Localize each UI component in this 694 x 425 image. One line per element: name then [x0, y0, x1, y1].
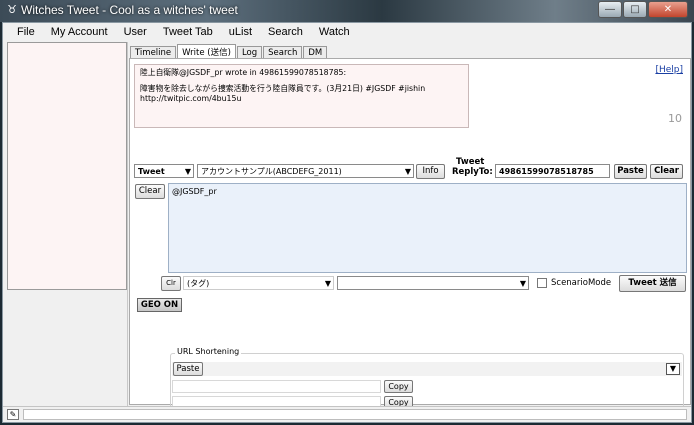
tag-select[interactable]: (タグ) ▼ [183, 276, 334, 290]
short-url-field-1[interactable] [172, 380, 381, 393]
window-controls: ― □ ✕ [597, 1, 688, 18]
quoted-tweet-body: 障害物を除去しながら捜索活動を行う陸自隊員です。(3月21日) #JGSDF #… [140, 84, 426, 93]
help-link[interactable]: [Help] [655, 65, 683, 75]
clr-tag-button[interactable]: Clr [161, 276, 181, 291]
quoted-tweet-link[interactable]: http://twitpic.com/4bu15u [140, 94, 463, 104]
scenario-mode-checkbox[interactable] [537, 278, 547, 288]
compose-toolbar: Tweet ▼ アカウントサンプル(ABCDEFG_2011) ▼ Info T… [134, 157, 686, 179]
quoted-tweet: 陸上自衛隊@JGSDF_pr wrote in 4986159907851878… [134, 64, 469, 128]
tab-strip: Timeline Write (送信) Log Search DM [130, 44, 328, 59]
tag-row: Clr (タグ) ▼ ▼ ScenarioMode Tweet 送信 [130, 275, 690, 293]
pencil-icon[interactable]: ✎ [7, 409, 19, 420]
chevron-down-icon: ▼ [404, 167, 411, 176]
url-shortening-legend: URL Shortening [175, 347, 242, 356]
menu-my-account[interactable]: My Account [43, 23, 116, 41]
main-window: File My Account User Tweet Tab uList Sea… [2, 22, 692, 423]
reply-to-label: Tweet ReplyTo: [452, 157, 493, 177]
left-panel[interactable] [7, 42, 127, 290]
url-paste-button[interactable]: Paste [173, 362, 203, 376]
account-select[interactable]: アカウントサンプル(ABCDEFG_2011) ▼ [197, 164, 414, 178]
reply-to-label-line2: ReplyTo: [452, 167, 493, 177]
copy-button-1[interactable]: Copy [384, 380, 413, 393]
panel-divider[interactable] [127, 42, 128, 406]
close-button[interactable]: ✕ [648, 1, 688, 18]
char-counter: 10 [668, 112, 682, 125]
tweet-type-value: Tweet [138, 167, 165, 176]
menu-tweet-tab[interactable]: Tweet Tab [155, 23, 221, 41]
witches-icon[interactable]: ♉ [5, 3, 19, 17]
triangle-down-icon[interactable]: ▼ [666, 363, 680, 375]
window-title: Witches Tweet - Cool as a witches' tweet [21, 3, 238, 17]
title-bar: ♉ Witches Tweet - Cool as a witches' twe… [0, 0, 694, 22]
status-bar: ✎ [3, 406, 691, 422]
chevron-down-icon: ▼ [519, 279, 526, 288]
info-button[interactable]: Info [416, 164, 445, 179]
menu-ulist[interactable]: uList [221, 23, 260, 41]
menu-watch[interactable]: Watch [311, 23, 358, 41]
scenario-mode-label: ScenarioMode [551, 278, 612, 288]
maximize-button[interactable]: □ [623, 1, 647, 18]
clear-text-button[interactable]: Clear [135, 184, 165, 199]
menu-bar: File My Account User Tweet Tab uList Sea… [3, 23, 691, 41]
menu-file[interactable]: File [9, 23, 43, 41]
minimize-button[interactable]: ― [598, 1, 622, 18]
write-tab-content: 陸上自衛隊@JGSDF_pr wrote in 4986159907851878… [129, 58, 691, 415]
menu-search[interactable]: Search [260, 23, 311, 41]
tag-select-value: (タグ) [187, 279, 210, 288]
url-input-bar: Paste ▼ [172, 362, 682, 376]
account-value: アカウントサンプル(ABCDEFG_2011) [201, 167, 342, 176]
quoted-tweet-header: 陸上自衛隊@JGSDF_pr wrote in 4986159907851878… [140, 68, 347, 77]
geo-on-button[interactable]: GEO ON [137, 298, 182, 312]
clear-button[interactable]: Clear [650, 164, 683, 179]
menu-user[interactable]: User [116, 23, 155, 41]
reply-to-input[interactable]: 49861599078518785 [495, 164, 610, 178]
status-field [23, 409, 687, 420]
tweet-text-editor[interactable]: @JGSDF_pr [168, 183, 687, 273]
tweet-type-select[interactable]: Tweet ▼ [134, 164, 194, 178]
chevron-down-icon: ▼ [324, 279, 331, 288]
reply-to-label-line1: Tweet [456, 157, 485, 167]
tab-write[interactable]: Write (送信) [177, 44, 236, 59]
paste-button[interactable]: Paste [614, 164, 647, 179]
send-tweet-button[interactable]: Tweet 送信 [619, 275, 686, 292]
chevron-down-icon: ▼ [184, 167, 191, 176]
secondary-select[interactable]: ▼ [337, 276, 529, 290]
